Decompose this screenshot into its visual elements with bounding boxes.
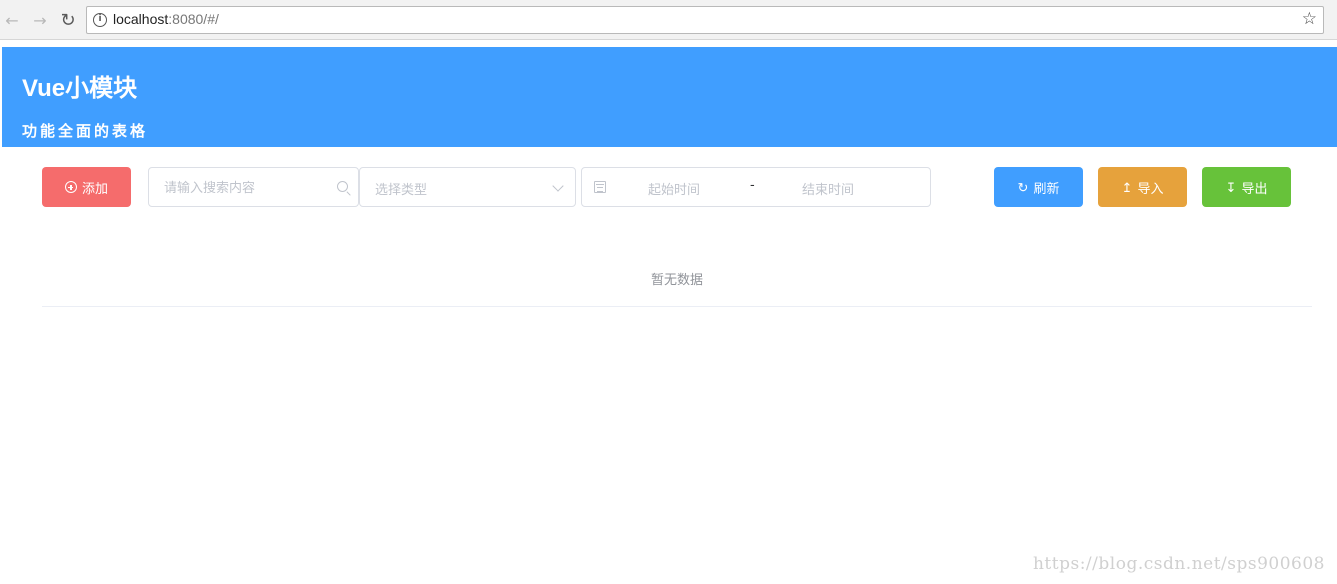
- date-range-picker[interactable]: 起始时间 - 结束时间: [581, 167, 931, 207]
- chevron-down-icon: [552, 180, 564, 192]
- search-input[interactable]: [149, 168, 358, 206]
- search-field[interactable]: [148, 167, 359, 207]
- add-button-label: 添加: [81, 180, 108, 196]
- address-bar[interactable]: i localhost:8080/#/ ☆: [86, 6, 1324, 34]
- url-path: :8080/#/: [168, 11, 219, 27]
- add-button[interactable]: 添加: [42, 167, 131, 207]
- star-icon[interactable]: ☆: [1302, 9, 1317, 29]
- import-button[interactable]: ↥ 导入: [1098, 167, 1187, 207]
- data-table: 暂无数据: [42, 247, 1312, 307]
- import-button-label: 导入: [1137, 180, 1164, 196]
- arrow-left-icon[interactable]: ←: [2, 10, 22, 30]
- empty-table-text: 暂无数据: [650, 272, 703, 287]
- browser-toolbar: ← → ↻ i localhost:8080/#/ ☆: [0, 0, 1337, 40]
- type-select-placeholder: 选择类型: [375, 182, 428, 197]
- date-end-input[interactable]: 结束时间: [802, 179, 854, 198]
- page-title: Vue小模块: [22, 75, 138, 102]
- export-button[interactable]: ↧ 导出: [1202, 167, 1291, 207]
- search-icon: [337, 181, 348, 192]
- watermark: https://blog.csdn.net/sps900608: [1032, 554, 1325, 574]
- date-separator: -: [750, 178, 755, 193]
- url-text[interactable]: localhost:8080/#/: [113, 11, 219, 27]
- plus-circle-icon: [64, 181, 77, 193]
- page-subtitle: 功能全面的表格: [22, 123, 149, 140]
- refresh-button-label: 刷新: [1033, 180, 1060, 196]
- refresh-icon: ↻: [1017, 179, 1029, 195]
- export-button-label: 导出: [1241, 180, 1268, 196]
- type-select[interactable]: 选择类型: [359, 167, 576, 207]
- reload-icon[interactable]: ↻: [58, 10, 78, 31]
- page-header: Vue小模块 功能全面的表格: [2, 47, 1337, 147]
- calendar-icon: [594, 181, 606, 193]
- date-start-input[interactable]: 起始时间: [648, 179, 700, 198]
- download-icon: ↧: [1225, 179, 1237, 195]
- upload-icon: ↥: [1121, 179, 1133, 195]
- arrow-right-icon[interactable]: →: [30, 10, 50, 30]
- info-icon[interactable]: i: [93, 13, 107, 27]
- url-host: localhost: [113, 11, 169, 27]
- refresh-button[interactable]: ↻ 刷新: [994, 167, 1083, 207]
